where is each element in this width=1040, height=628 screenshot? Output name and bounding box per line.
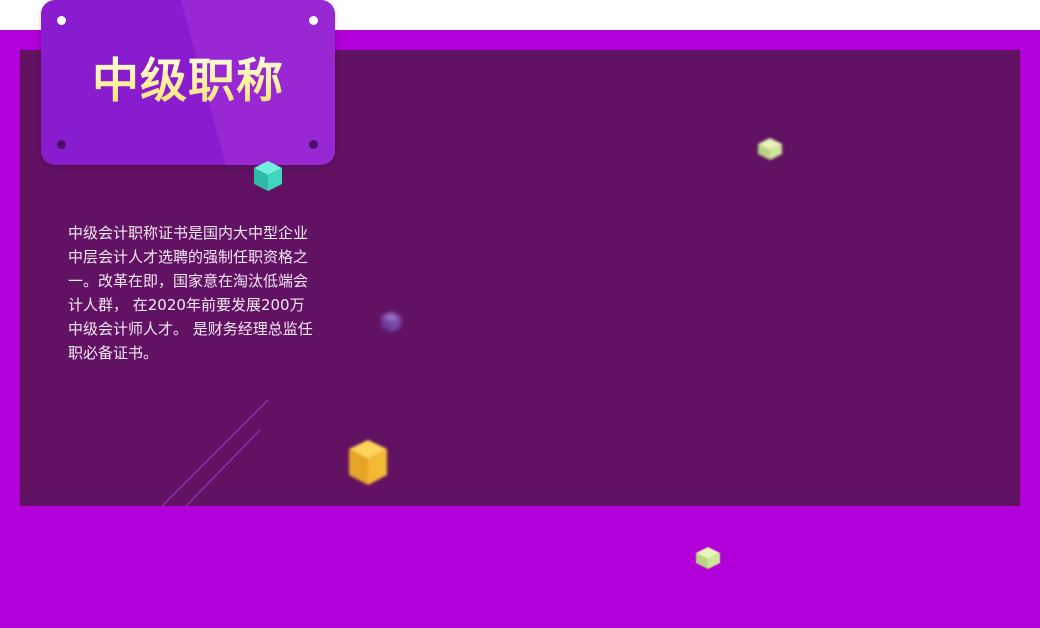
lime-cube-bottom-icon: [696, 547, 720, 569]
rivet-top-left: [57, 16, 66, 25]
diagonal-lines: [161, 399, 269, 507]
rivet-bottom-right: [309, 140, 318, 149]
violet-cube-icon: [381, 312, 401, 332]
description-text: 中级会计职称证书是国内大中型企业中层会计人才选聘的强制任职资格之一。改革在即，国…: [68, 224, 313, 362]
teal-cube-icon: [254, 161, 282, 191]
title-card: 中级职称: [41, 0, 335, 165]
rivet-top-right: [309, 16, 318, 25]
lime-cube-icon: [758, 138, 782, 160]
card-title: 中级职称: [41, 52, 335, 112]
gold-cube-icon: [349, 440, 387, 485]
rivet-bottom-left: [57, 140, 66, 149]
